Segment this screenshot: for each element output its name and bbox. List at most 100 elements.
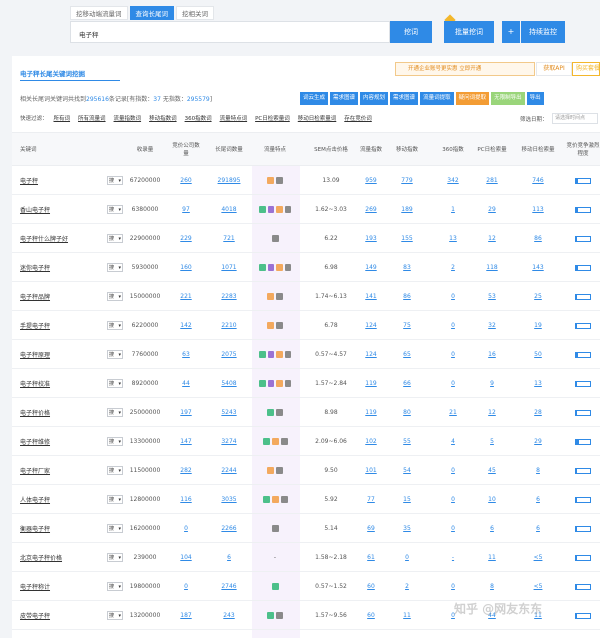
column-header[interactable]: 收录量 bbox=[124, 133, 166, 167]
column-header[interactable]: 360指数 bbox=[440, 133, 466, 167]
bid-company-count[interactable]: 160 bbox=[170, 253, 202, 282]
bid-company-count[interactable]: 260 bbox=[170, 166, 202, 195]
keyword-link[interactable]: 手提电子秤 bbox=[20, 311, 102, 340]
search-dropdown[interactable]: 搜 ▾ bbox=[107, 292, 123, 301]
index-360[interactable]: 13 bbox=[440, 224, 466, 253]
flow-index[interactable]: 102 bbox=[356, 427, 386, 456]
keyword-link[interactable]: 迷你电子秤 bbox=[20, 253, 102, 282]
search-dropdown[interactable]: 搜 ▾ bbox=[107, 524, 123, 533]
pc-daily-search[interactable]: 29 bbox=[474, 195, 510, 224]
flow-index[interactable]: 269 bbox=[356, 195, 386, 224]
index-360[interactable]: 0 bbox=[440, 485, 466, 514]
index-360[interactable]: 0 bbox=[440, 311, 466, 340]
longtail-count[interactable]: 2746 bbox=[208, 572, 250, 601]
mobile-daily-search[interactable]: <5 bbox=[520, 543, 556, 572]
mobile-index[interactable]: 66 bbox=[392, 369, 422, 398]
longtail-count[interactable]: 2266 bbox=[208, 514, 250, 543]
upgrade-notice[interactable]: 开通企业账号更实惠 立即开通 bbox=[395, 62, 535, 76]
longtail-count[interactable]: 2210 bbox=[208, 311, 250, 340]
bid-company-count[interactable]: 44 bbox=[170, 369, 202, 398]
column-header[interactable]: 移动指数 bbox=[392, 133, 422, 167]
search-dropdown[interactable]: 搜 ▾ bbox=[107, 234, 123, 243]
keyword-link[interactable]: 电子秤品牌 bbox=[20, 282, 102, 311]
index-360[interactable]: 0 bbox=[440, 282, 466, 311]
mobile-index[interactable]: 83 bbox=[392, 253, 422, 282]
bid-company-count[interactable]: 221 bbox=[170, 282, 202, 311]
search-dropdown[interactable]: 搜 ▾ bbox=[107, 321, 123, 330]
pc-daily-search[interactable]: 11 bbox=[474, 543, 510, 572]
mobile-daily-search[interactable]: 86 bbox=[520, 224, 556, 253]
flow-index[interactable]: 193 bbox=[356, 224, 386, 253]
filter-link[interactable]: 移动指数词 bbox=[149, 114, 177, 122]
search-dropdown[interactable]: 搜 ▾ bbox=[107, 466, 123, 475]
flow-index[interactable]: 124 bbox=[356, 311, 386, 340]
pc-daily-search[interactable]: 53 bbox=[474, 282, 510, 311]
bid-company-count[interactable]: 0 bbox=[170, 514, 202, 543]
longtail-count[interactable]: 4018 bbox=[208, 195, 250, 224]
toolbar-button[interactable]: 流量词提取 bbox=[420, 92, 454, 105]
mobile-daily-search[interactable]: 6 bbox=[520, 514, 556, 543]
bid-company-count[interactable]: 63 bbox=[170, 340, 202, 369]
mobile-daily-search[interactable]: 25 bbox=[520, 282, 556, 311]
mobile-index[interactable]: 65 bbox=[392, 340, 422, 369]
longtail-count[interactable]: 5408 bbox=[208, 369, 250, 398]
pc-daily-search[interactable]: 6 bbox=[474, 514, 510, 543]
mobile-daily-search[interactable]: 28 bbox=[520, 398, 556, 427]
bid-company-count[interactable]: 187 bbox=[170, 601, 202, 630]
date-picker[interactable]: 请选择时间点 bbox=[552, 113, 598, 124]
keyword-link[interactable]: 电子秤厂家 bbox=[20, 456, 102, 485]
search-dropdown[interactable]: 搜 ▾ bbox=[107, 582, 123, 591]
keyword-link[interactable]: 电子秤原理 bbox=[20, 340, 102, 369]
keyword-link[interactable]: 电子秤称计 bbox=[20, 572, 102, 601]
mobile-index[interactable]: 75 bbox=[392, 311, 422, 340]
filter-link[interactable]: 移动日检索量词 bbox=[298, 114, 337, 122]
pc-daily-search[interactable]: 45 bbox=[474, 456, 510, 485]
mobile-index[interactable]: 86 bbox=[392, 282, 422, 311]
mobile-index[interactable]: 35 bbox=[392, 514, 422, 543]
filter-link[interactable]: 存在竞价词 bbox=[344, 114, 372, 122]
mobile-daily-search[interactable]: 19 bbox=[520, 311, 556, 340]
search-dropdown[interactable]: 搜 ▾ bbox=[107, 553, 123, 562]
flow-index[interactable]: 149 bbox=[356, 253, 386, 282]
mobile-index[interactable]: 55 bbox=[392, 427, 422, 456]
flow-index[interactable]: 77 bbox=[356, 485, 386, 514]
bid-company-count[interactable]: 197 bbox=[170, 398, 202, 427]
bid-company-count[interactable]: 104 bbox=[170, 543, 202, 572]
mobile-daily-search[interactable]: 50 bbox=[520, 340, 556, 369]
buy-package-button[interactable]: 购买套餐 bbox=[572, 62, 600, 76]
search-dropdown[interactable]: 搜 ▾ bbox=[107, 379, 123, 388]
toolbar-button[interactable]: 内容规划 bbox=[360, 92, 389, 105]
filter-link[interactable]: 所有词 bbox=[54, 114, 71, 122]
index-360[interactable]: 0 bbox=[440, 572, 466, 601]
filter-link[interactable]: 360指数词 bbox=[185, 114, 212, 122]
flow-index[interactable]: 60 bbox=[356, 572, 386, 601]
mobile-index[interactable]: 779 bbox=[392, 166, 422, 195]
mobile-index[interactable]: 2 bbox=[392, 572, 422, 601]
bid-company-count[interactable]: 229 bbox=[170, 224, 202, 253]
column-header[interactable]: SEM点击价格 bbox=[310, 133, 352, 167]
flow-index[interactable]: 69 bbox=[356, 514, 386, 543]
mobile-index[interactable]: 189 bbox=[392, 195, 422, 224]
index-360[interactable]: 0 bbox=[440, 514, 466, 543]
bid-company-count[interactable]: 142 bbox=[170, 311, 202, 340]
mobile-daily-search[interactable]: <5 bbox=[520, 572, 556, 601]
filter-link[interactable]: 所有流量词 bbox=[78, 114, 106, 122]
mobile-daily-search[interactable]: 746 bbox=[520, 166, 556, 195]
column-header[interactable]: 竞价竞争激烈程度 bbox=[566, 133, 600, 167]
filter-link[interactable]: PC日检索量词 bbox=[255, 114, 290, 122]
mobile-index[interactable]: 11 bbox=[392, 601, 422, 630]
keyword-link[interactable]: 香山电子秤 bbox=[20, 195, 102, 224]
plus-icon[interactable]: + bbox=[502, 21, 520, 43]
mobile-index[interactable]: 155 bbox=[392, 224, 422, 253]
toolbar-button[interactable]: 疑问词提取 bbox=[455, 92, 490, 105]
monitor-button[interactable]: 持续监控 bbox=[521, 21, 565, 43]
column-header[interactable]: 流量特点 bbox=[258, 133, 292, 167]
longtail-count[interactable]: 721 bbox=[208, 224, 250, 253]
flow-index[interactable]: 119 bbox=[356, 369, 386, 398]
bid-company-count[interactable]: 0 bbox=[170, 572, 202, 601]
index-360[interactable]: 342 bbox=[440, 166, 466, 195]
dig-button[interactable]: 挖词 bbox=[390, 21, 432, 43]
keyword-link[interactable]: 电子秤维修 bbox=[20, 427, 102, 456]
index-360[interactable]: 0 bbox=[440, 369, 466, 398]
bid-company-count[interactable]: 116 bbox=[170, 485, 202, 514]
